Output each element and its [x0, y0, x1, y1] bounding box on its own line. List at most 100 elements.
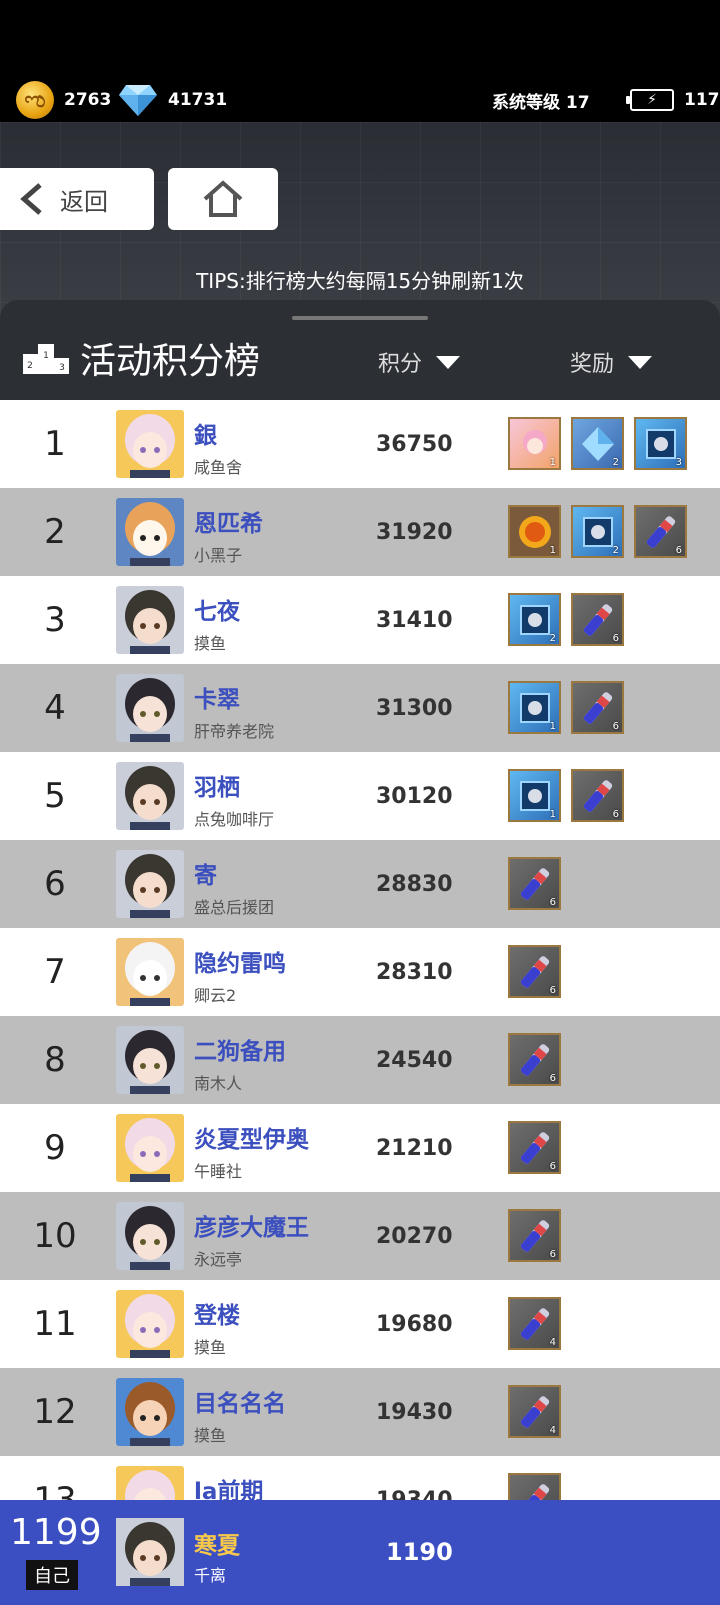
tube-reward-icon[interactable]: 6	[571, 769, 624, 822]
card-reward-icon[interactable]: 3	[634, 417, 687, 470]
score-value: 19430	[376, 1399, 453, 1425]
reward-quantity: 1	[549, 545, 556, 556]
reward-quantity: 6	[675, 545, 682, 556]
tube-reward-icon[interactable]: 4	[508, 1297, 561, 1350]
score-value: 31920	[376, 519, 453, 545]
rank-number: 7	[44, 952, 66, 992]
avatar[interactable]	[116, 1026, 184, 1094]
tube-reward-icon[interactable]: 6	[508, 1209, 561, 1262]
rank-number: 1	[44, 424, 66, 464]
self-avatar[interactable]	[116, 1518, 184, 1586]
battery-icon: ⚡	[626, 89, 674, 111]
reward-items: 6	[508, 1209, 720, 1262]
guild-name: 咸鱼舍	[194, 458, 243, 477]
back-button[interactable]: 返回	[0, 168, 154, 230]
card-reward-icon[interactable]: 1	[508, 681, 561, 734]
avatar[interactable]	[116, 586, 184, 654]
score-value: 30120	[376, 783, 453, 809]
reward-items: 6	[508, 945, 720, 998]
panel-title: 活动积分榜	[80, 341, 261, 382]
reward-quantity: 4	[549, 1425, 556, 1436]
gem-reward-icon[interactable]: 2	[571, 417, 624, 470]
card-reward-icon[interactable]: 2	[508, 593, 561, 646]
ranking-row[interactable]: 12 目名名名 摸鱼 19430 4	[0, 1368, 720, 1456]
ranking-row[interactable]: 9 炎夏型伊奥 午睡社 21210 6	[0, 1104, 720, 1192]
player-name: 銀	[194, 423, 217, 449]
rank-number: 2	[44, 512, 66, 552]
tube-reward-icon[interactable]: 6	[508, 857, 561, 910]
sort-reward-button[interactable]: 奖励	[570, 346, 653, 378]
coin-amount: 2763	[64, 90, 112, 110]
tube-reward-icon[interactable]: 6	[508, 1033, 561, 1086]
ranking-row[interactable]: 1 銀咸鱼舍 36750 1 2 3	[0, 400, 720, 488]
energy-amount: 117	[684, 90, 720, 110]
ranking-row[interactable]: 6 寄盛总后援团 28830 6	[0, 840, 720, 928]
reward-header: 奖励	[570, 352, 615, 377]
coin-counter: ಌ 2763	[16, 80, 111, 120]
gem-amount: 41731	[168, 90, 228, 110]
tube-reward-icon[interactable]: 6	[571, 681, 624, 734]
ranking-list[interactable]: 1 銀咸鱼舍 36750 1 2 3 2 恩匹希 小黑子 31920 1 2 6 3 七夜 摸鱼 31410 2 6…	[0, 400, 720, 1544]
guild-name: 肝帝养老院	[194, 722, 275, 741]
reward-quantity: 2	[549, 633, 556, 644]
rank-number: 12	[33, 1392, 77, 1432]
reward-quantity: 3	[675, 457, 682, 468]
avatar[interactable]	[116, 1202, 184, 1270]
player-name: 恩匹希	[194, 511, 263, 537]
home-button[interactable]	[168, 168, 278, 230]
tube-reward-icon[interactable]: 6	[508, 1121, 561, 1174]
avatar[interactable]	[116, 762, 184, 830]
avatar[interactable]	[116, 410, 184, 478]
reward-quantity: 1	[549, 457, 556, 468]
avatar[interactable]	[116, 1114, 184, 1182]
reward-quantity: 6	[612, 633, 619, 644]
card-reward-icon[interactable]: 1	[508, 769, 561, 822]
card-reward-icon[interactable]: 2	[571, 505, 624, 558]
self-name: 寒夏	[194, 1533, 240, 1559]
ranking-row[interactable]: 2 恩匹希小黑子 31920 1 2 6	[0, 488, 720, 576]
tube-reward-icon[interactable]: 6	[634, 505, 687, 558]
rank-number: 11	[33, 1304, 77, 1344]
rank-number: 3	[44, 600, 66, 640]
reward-items: 6	[508, 857, 720, 910]
rank-number: 9	[44, 1128, 66, 1168]
avatar[interactable]	[116, 1290, 184, 1358]
reward-quantity: 4	[549, 1337, 556, 1348]
reward-quantity: 6	[612, 809, 619, 820]
reward-quantity: 6	[549, 1161, 556, 1172]
reward-items: 16	[508, 769, 720, 822]
guild-name: 摸鱼	[194, 1338, 227, 1357]
reward-quantity: 6	[612, 721, 619, 732]
status-bar: ಌ 2763 41731 系统等级 17 ⚡ 117	[0, 0, 720, 132]
tips-text: TIPS:排行榜大约每隔15分钟刷新1次	[196, 269, 524, 293]
avatar[interactable]	[116, 938, 184, 1006]
self-rank: 1199	[10, 1512, 102, 1553]
guild-name: 卿云2	[194, 986, 237, 1005]
ranking-row[interactable]: 4 卡翠 肝帝养老院 31300 1 6	[0, 664, 720, 752]
avatar[interactable]	[116, 674, 184, 742]
tube-reward-icon[interactable]: 6	[508, 945, 561, 998]
ranking-row[interactable]: 10 彦彦大魔王 永远亭 20270 6	[0, 1192, 720, 1280]
ranking-row[interactable]: 3 七夜 摸鱼 31410 2 6	[0, 576, 720, 664]
sort-score-button[interactable]: 积分	[378, 346, 461, 378]
avatar[interactable]	[116, 498, 184, 566]
ranking-row[interactable]: 5 羽栖 点兔咖啡厅 30120 1 6	[0, 752, 720, 840]
coin-reward-icon[interactable]: 1	[508, 505, 561, 558]
reward-quantity: 2	[612, 545, 619, 556]
system-level: 系统等级 17	[492, 80, 590, 120]
ranking-row[interactable]: 7 隐约雷鸣 卿云2 28310 6	[0, 928, 720, 1016]
ranking-row[interactable]: 11 登楼 摸鱼 19680 4	[0, 1280, 720, 1368]
panel-header: 1 2 3 活动积分榜 积分 奖励	[0, 300, 720, 400]
tube-reward-icon[interactable]: 6	[571, 593, 624, 646]
avatar[interactable]	[116, 850, 184, 918]
tube-reward-icon[interactable]: 4	[508, 1385, 561, 1438]
portrait-reward-icon[interactable]: 1	[508, 417, 561, 470]
reward-items: 26	[508, 593, 720, 646]
reward-quantity: 2	[612, 457, 619, 468]
svg-text:1: 1	[43, 351, 49, 361]
avatar[interactable]	[116, 1378, 184, 1446]
score-value: 31410	[376, 607, 453, 633]
home-icon	[203, 180, 243, 217]
ranking-row[interactable]: 8 二狗备用 南木人 24540 6	[0, 1016, 720, 1104]
guild-name: 小黑子	[194, 546, 243, 565]
